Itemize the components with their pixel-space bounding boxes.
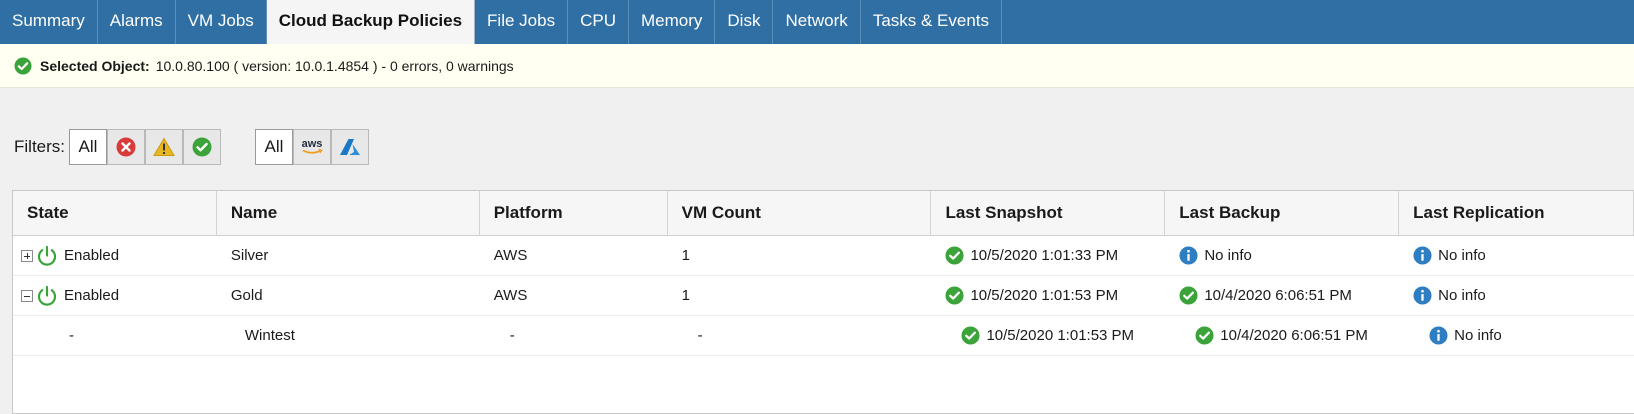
column-header-name[interactable]: Name <box>217 191 480 235</box>
tab-summary[interactable]: Summary <box>0 0 98 44</box>
grid-header: State Name Platform VM Count Last Snapsh… <box>13 191 1634 236</box>
tab-disk[interactable]: Disk <box>715 0 774 44</box>
power-icon <box>36 245 58 267</box>
tab-alarms[interactable]: Alarms <box>98 0 176 44</box>
ok-icon <box>1179 286 1198 305</box>
last-backup-text: 10/4/2020 6:06:51 PM <box>1204 287 1352 304</box>
last-backup-cell: 10/4/2020 6:06:51 PM <box>1165 276 1399 315</box>
ok-icon <box>192 137 212 157</box>
filter-platform-all-label: All <box>264 137 284 156</box>
selected-object-banner: Selected Object: 10.0.80.100 ( version: … <box>0 44 1634 88</box>
last-snapshot-text: 10/5/2020 1:01:53 PM <box>986 327 1135 344</box>
vm-count-cell: 1 <box>681 247 690 264</box>
tab-memory[interactable]: Memory <box>629 0 716 44</box>
last-snapshot-cell: 10/5/2020 1:01:33 PM <box>931 236 1165 275</box>
table-row[interactable]: Enabled Silver AWS 1 10/5/2020 1:01:33 P… <box>13 236 1634 276</box>
name-cell: Gold <box>230 287 263 304</box>
filter-azure-button[interactable] <box>331 129 369 165</box>
info-icon <box>1413 246 1432 265</box>
platform-cell: AWS <box>493 247 528 264</box>
vm-count-cell: 1 <box>681 287 690 304</box>
vm-count-cell: - <box>697 327 703 344</box>
last-backup-cell: No info <box>1165 236 1399 275</box>
selected-object-label: Selected Object: <box>40 57 150 74</box>
state-cell: - <box>13 316 217 355</box>
column-header-platform[interactable]: Platform <box>480 191 668 235</box>
selected-object-value: 10.0.80.100 ( version: 10.0.1.4854 ) - 0… <box>155 57 514 74</box>
warning-icon <box>153 137 175 157</box>
state-cell: Enabled <box>13 276 217 315</box>
name-cell: Wintest <box>244 327 295 344</box>
tab-bar: Summary Alarms VM Jobs Cloud Backup Poli… <box>0 0 1634 44</box>
tab-cpu[interactable]: CPU <box>568 0 629 44</box>
filter-ok-button[interactable] <box>183 129 221 165</box>
name-cell: Silver <box>230 247 269 264</box>
filter-warning-button[interactable] <box>145 129 183 165</box>
platform-cell: AWS <box>493 287 528 304</box>
table-row[interactable]: - Wintest - - 10/5/2020 1:01:53 PM 10/4/… <box>13 316 1634 356</box>
last-snapshot-cell: 10/5/2020 1:01:53 PM <box>931 316 1165 355</box>
ok-icon <box>945 286 964 305</box>
filters-label: Filters: <box>14 137 65 156</box>
aws-icon: aws <box>301 139 323 155</box>
info-icon <box>1429 326 1448 345</box>
last-snapshot-text: 10/5/2020 1:01:53 PM <box>970 287 1119 304</box>
state-text: Enabled <box>64 247 120 264</box>
ok-icon <box>1195 326 1214 345</box>
tab-cloud-backup-policies[interactable]: Cloud Backup Policies <box>266 0 476 44</box>
column-header-last-snapshot[interactable]: Last Snapshot <box>931 191 1166 235</box>
tab-vm-jobs[interactable]: VM Jobs <box>176 0 267 44</box>
platform-cell: - <box>509 327 515 344</box>
tab-file-jobs[interactable]: File Jobs <box>475 0 569 44</box>
filters-bar: Filters: All All aws <box>14 128 369 166</box>
power-icon <box>36 285 58 307</box>
column-header-vm-count[interactable]: VM Count <box>668 191 932 235</box>
filter-platform-all-button[interactable]: All <box>255 129 293 165</box>
state-text: Enabled <box>64 287 120 304</box>
azure-icon <box>339 138 361 156</box>
info-icon <box>1179 246 1198 265</box>
tab-network[interactable]: Network <box>773 0 861 44</box>
last-replication-cell: No info <box>1399 236 1634 275</box>
ok-icon <box>961 326 980 345</box>
last-backup-text: 10/4/2020 6:06:51 PM <box>1220 327 1368 344</box>
filter-status-all-label: All <box>78 137 98 156</box>
filter-status-all-button[interactable]: All <box>69 129 107 165</box>
aws-icon-text: aws <box>301 138 323 150</box>
info-icon <box>1413 286 1432 305</box>
last-snapshot-text: 10/5/2020 1:01:33 PM <box>970 247 1119 264</box>
last-replication-text: No info <box>1438 287 1486 304</box>
last-backup-text: No info <box>1204 247 1252 264</box>
column-header-last-replication[interactable]: Last Replication <box>1399 191 1634 235</box>
table-row[interactable]: Enabled Gold AWS 1 10/5/2020 1:01:53 PM … <box>13 276 1634 316</box>
check-circle-icon <box>14 57 32 75</box>
tab-tasks-events[interactable]: Tasks & Events <box>861 0 1003 44</box>
state-text: - <box>69 327 74 344</box>
filter-aws-button[interactable]: aws <box>293 129 331 165</box>
error-icon <box>116 137 136 157</box>
filter-error-button[interactable] <box>107 129 145 165</box>
column-header-state[interactable]: State <box>13 191 217 235</box>
column-header-last-backup[interactable]: Last Backup <box>1165 191 1400 235</box>
state-cell: Enabled <box>13 236 217 275</box>
last-replication-cell: No info <box>1399 316 1634 355</box>
policies-grid: State Name Platform VM Count Last Snapsh… <box>12 190 1634 414</box>
last-backup-cell: 10/4/2020 6:06:51 PM <box>1165 316 1399 355</box>
last-snapshot-cell: 10/5/2020 1:01:53 PM <box>931 276 1165 315</box>
last-replication-text: No info <box>1438 247 1486 264</box>
ok-icon <box>945 246 964 265</box>
last-replication-cell: No info <box>1399 276 1634 315</box>
expand-plus-icon[interactable] <box>21 249 33 262</box>
last-replication-text: No info <box>1454 327 1502 344</box>
collapse-minus-icon[interactable] <box>21 289 33 302</box>
